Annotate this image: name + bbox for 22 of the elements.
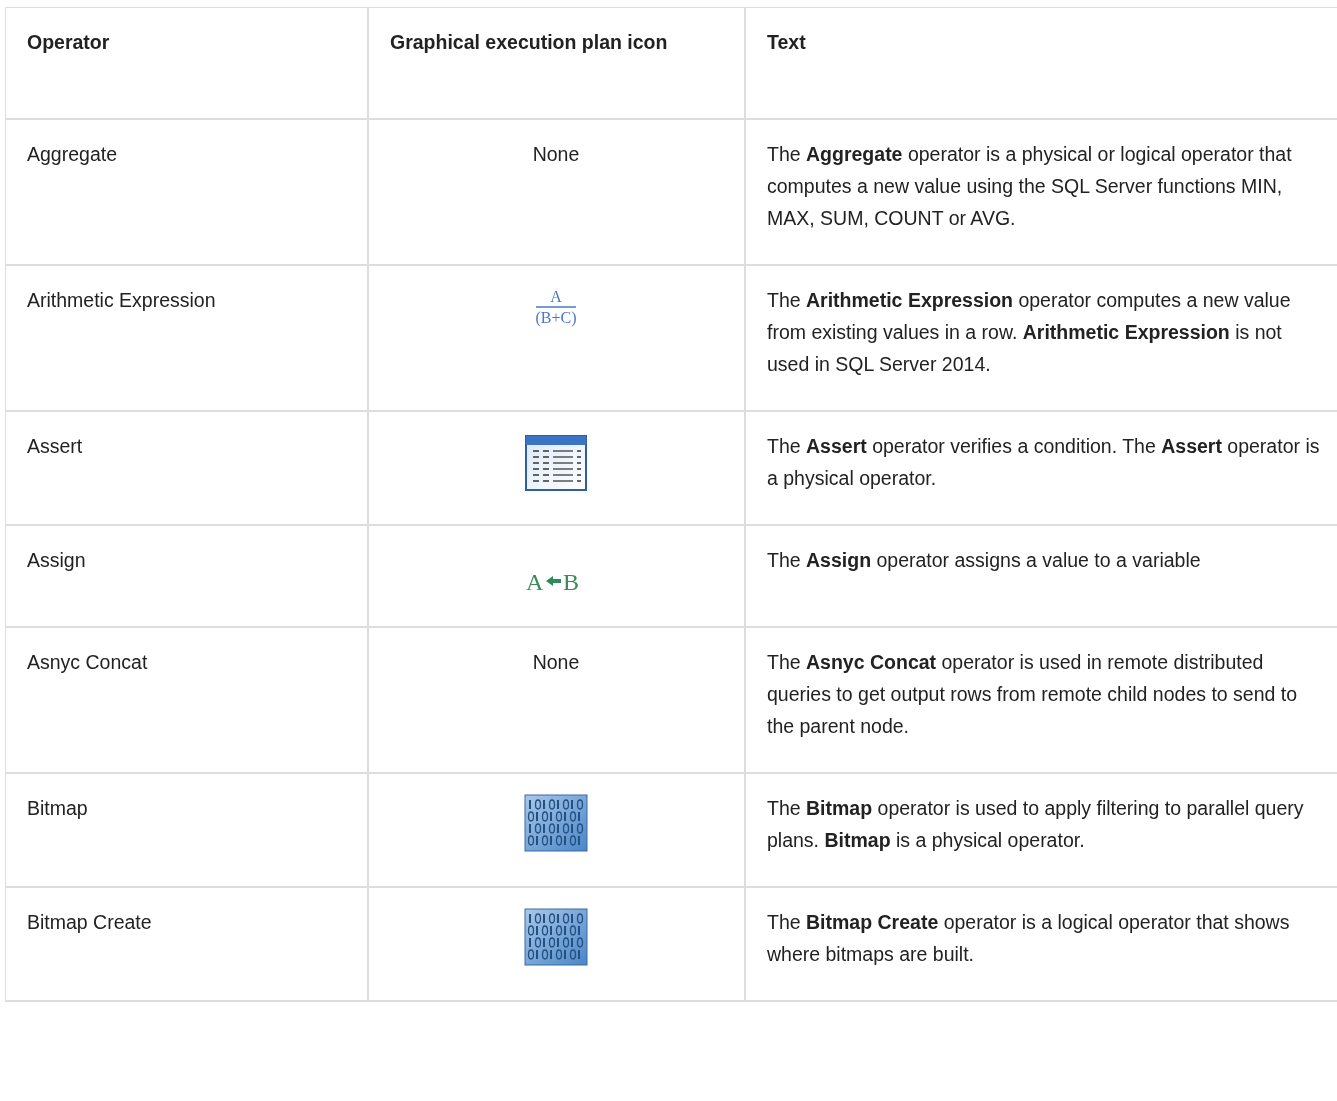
table-cell: Assign bbox=[6, 526, 369, 628]
none-label: None bbox=[532, 142, 580, 167]
bitmap-icon bbox=[524, 908, 588, 966]
table-cell: The Asnyc Concat operator is used in remote distributed queries to get output rows from remote child nodes to send to the parent node. bbox=[746, 628, 1337, 774]
table-cell: Assert bbox=[6, 412, 369, 526]
column-header: Operator bbox=[6, 8, 369, 120]
table-cell: The Arithmetic Expression operator computes a new value from existing values in a row. Arithmetic Expression is not used in SQL Server 2014. bbox=[746, 266, 1337, 412]
table-cell: The Aggregate operator is a physical or logical operator that computes a new value using the SQL Server functions MIN, MAX, SUM, COUNT or AVG. bbox=[746, 120, 1337, 266]
table-cell: Asnyc Concat bbox=[6, 628, 369, 774]
table-cell: Aggregate bbox=[6, 120, 369, 266]
column-header: Graphical execution plan icon bbox=[369, 8, 746, 120]
table-icon bbox=[525, 435, 587, 491]
column-header: Text bbox=[746, 8, 1337, 120]
table-cell: The Bitmap operator is used to apply filtering to parallel query plans. Bitmap is a physical operator. bbox=[746, 774, 1337, 888]
none-label: None bbox=[532, 650, 580, 675]
table-cell: The Bitmap Create operator is a logical operator that shows where bitmaps are built. bbox=[746, 888, 1337, 1002]
bitmap-icon bbox=[524, 794, 588, 852]
table-cell: Arithmetic Expression bbox=[6, 266, 369, 412]
table-cell: Bitmap Create bbox=[6, 888, 369, 1002]
table-cell: Bitmap bbox=[6, 774, 369, 888]
table-cell: The Assign operator assigns a value to a variable bbox=[746, 526, 1337, 628]
table-cell: The Assert operator verifies a condition. The Assert operator is a physical operator. bbox=[746, 412, 1337, 526]
